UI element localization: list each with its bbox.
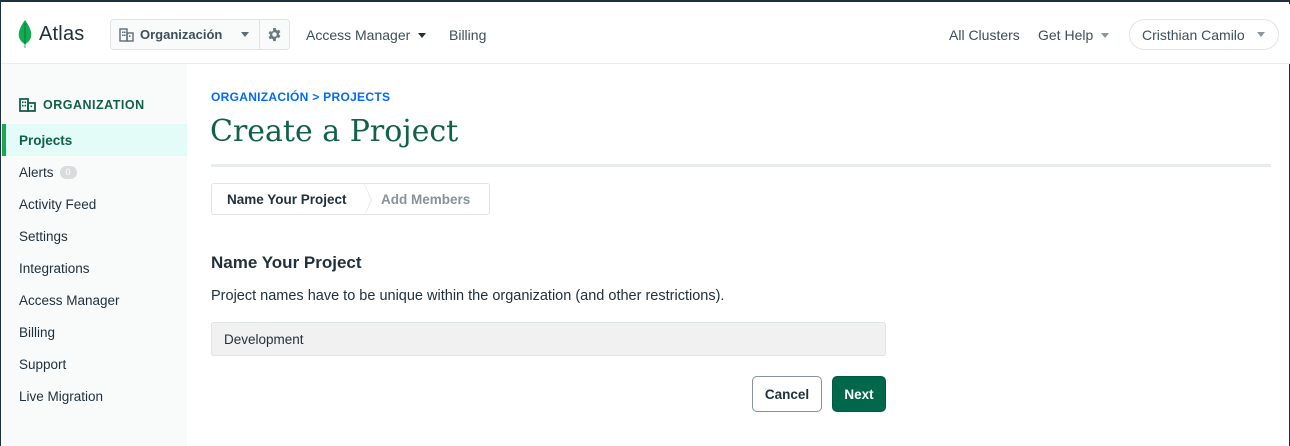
sidebar-item-access-manager[interactable]: Access Manager [2, 284, 187, 316]
get-help-menu[interactable]: Get Help [1038, 27, 1110, 43]
access-manager-label: Access Manager [306, 27, 411, 43]
wizard-steps: Name Your Project Add Members [211, 183, 490, 215]
sidebar-item-label: Settings [19, 228, 68, 244]
sidebar-item-support[interactable]: Support [2, 348, 187, 380]
next-button[interactable]: Next [832, 376, 886, 412]
sidebar: ORGANIZATION Projects Alerts 0 Activity … [2, 64, 187, 446]
sidebar-item-settings[interactable]: Settings [2, 220, 187, 252]
page-title: Create a Project [210, 114, 459, 149]
sidebar-item-label: Alerts [19, 164, 54, 180]
sidebar-item-label: Projects [19, 132, 73, 148]
section-description: Project names have to be unique within t… [211, 288, 725, 304]
billing-link[interactable]: Billing [449, 27, 486, 43]
sidebar-item-live-migration[interactable]: Live Migration [2, 380, 187, 412]
sidebar-item-label: Live Migration [19, 388, 104, 404]
building-icon [119, 27, 134, 42]
user-name: Cristhian Camilo [1142, 26, 1245, 43]
leaf-icon [18, 20, 32, 48]
sidebar-item-activity-feed[interactable]: Activity Feed [2, 188, 187, 220]
sidebar-item-label: Activity Feed [19, 196, 97, 212]
organization-dropdown[interactable]: Organización [111, 20, 261, 49]
alerts-count-badge: 0 [59, 165, 77, 179]
caret-down-icon [241, 32, 250, 37]
atlas-logo[interactable]: Atlas [17, 18, 84, 50]
cancel-button[interactable]: Cancel [752, 376, 822, 412]
all-clusters-label: All Clusters [949, 27, 1020, 43]
building-icon [19, 98, 36, 112]
access-manager-menu[interactable]: Access Manager [306, 27, 427, 43]
all-clusters-link[interactable]: All Clusters [949, 27, 1020, 43]
section-title: Name Your Project [211, 253, 362, 272]
sidebar-item-projects[interactable]: Projects [2, 124, 187, 156]
user-menu-button[interactable]: Cristhian Camilo [1129, 19, 1279, 50]
sidebar-item-label: Access Manager [19, 292, 120, 308]
step-label: Name Your Project [227, 191, 347, 207]
billing-label: Billing [449, 27, 487, 43]
organization-selector[interactable]: Organización [110, 19, 290, 50]
logo-text: Atlas [39, 22, 85, 45]
project-name-input[interactable] [211, 322, 886, 356]
sidebar-section-title: ORGANIZATION [43, 98, 145, 112]
sidebar-item-label: Billing [19, 324, 56, 340]
caret-down-icon [418, 32, 427, 38]
gear-icon [268, 27, 281, 42]
breadcrumb[interactable]: ORGANIZACIÓN > PROJECTS [211, 90, 390, 104]
sidebar-item-billing[interactable]: Billing [2, 316, 187, 348]
sidebar-item-integrations[interactable]: Integrations [2, 252, 187, 284]
sidebar-item-label: Integrations [19, 260, 90, 276]
step-add-members[interactable]: Add Members [364, 184, 470, 214]
caret-down-icon [1256, 32, 1265, 37]
sidebar-item-alerts[interactable]: Alerts 0 [2, 156, 187, 188]
app-window: Atlas Organización Access Manager Billin… [0, 0, 1290, 446]
get-help-label: Get Help [1038, 27, 1094, 43]
org-settings-button[interactable] [260, 27, 289, 42]
caret-down-icon [1101, 32, 1110, 38]
sidebar-section-header: ORGANIZATION [19, 98, 145, 112]
organization-name: Organización [140, 27, 223, 42]
title-divider [211, 164, 1271, 167]
step-label: Add Members [381, 191, 471, 207]
top-navigation-bar: Atlas Organización Access Manager Billin… [1, 4, 1290, 64]
step-name-your-project[interactable]: Name Your Project [212, 184, 372, 214]
sidebar-item-label: Support [19, 356, 67, 372]
